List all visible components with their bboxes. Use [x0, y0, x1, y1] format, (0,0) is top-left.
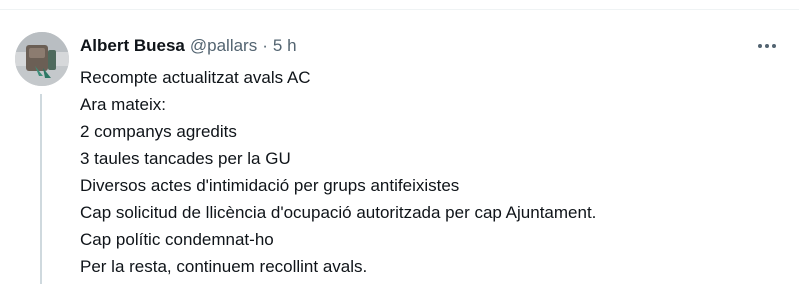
tweet-text-line: Recompte actualitzat avals AC — [80, 68, 311, 87]
tweet[interactable]: Albert Buesa @pallars · 5 h Recompte act… — [0, 10, 799, 284]
more-horizontal-icon — [758, 44, 776, 48]
timestamp[interactable]: 5 h — [273, 35, 297, 57]
tweet-text-line: Cap solicitud de llicència d'ocupació au… — [80, 203, 597, 222]
tweet-text-line: Ara mateix: — [80, 95, 166, 114]
separator-dot: · — [262, 36, 268, 55]
avatar[interactable] — [15, 32, 69, 86]
thread-line — [40, 94, 42, 284]
user-handle[interactable]: @pallars — [190, 35, 257, 57]
tweet-text: Recompte actualitzat avals AC Ara mateix… — [80, 64, 780, 280]
tweet-header: Albert Buesa @pallars · 5 h — [80, 35, 297, 57]
tweet-text-line: 2 companys agredits — [80, 122, 237, 141]
tweet-text-line: Diversos actes d'intimidació per grups a… — [80, 176, 460, 195]
avatar-image — [15, 32, 69, 86]
display-name[interactable]: Albert Buesa — [80, 35, 185, 57]
tweet-text-line: 3 taules tancades per la GU — [80, 149, 291, 168]
more-button[interactable] — [752, 33, 782, 59]
tweet-text-line: Cap polític condemnat-ho — [80, 230, 274, 249]
